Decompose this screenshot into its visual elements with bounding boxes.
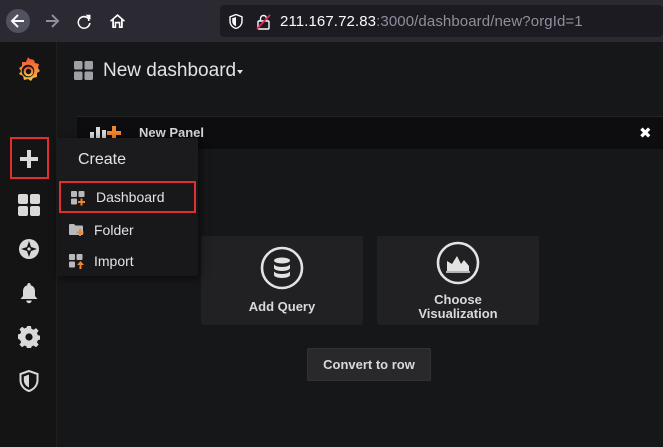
reload-icon — [77, 14, 91, 29]
create-menu: Create Dashboard Folder Import — [57, 138, 198, 276]
menu-item-import-label: Import — [94, 253, 134, 269]
url-text: 211.167.72.83:3000/dashboard/new?orgId=1 — [280, 13, 583, 30]
area-chart-icon — [436, 241, 480, 285]
sidebar-item-admin[interactable] — [16, 368, 42, 394]
menu-item-dashboard-label: Dashboard — [96, 189, 165, 205]
sidebar-item-explore[interactable] — [16, 236, 42, 262]
import-icon — [69, 254, 84, 269]
choose-viz-line2: Visualization — [418, 306, 498, 321]
menu-item-import[interactable]: Import — [59, 247, 196, 275]
dashboard-grid-icon — [74, 61, 93, 80]
gear-icon — [18, 326, 40, 348]
reload-button[interactable] — [72, 9, 96, 33]
new-dashboard-icon — [71, 191, 85, 206]
dashboard-title[interactable]: New dashboard — [103, 60, 236, 82]
arrow-left-icon — [10, 14, 24, 28]
arrow-right-icon — [46, 14, 60, 28]
sidebar-item-configuration[interactable] — [16, 324, 42, 350]
address-bar[interactable]: 211.167.72.83:3000/dashboard/new?orgId=1 — [220, 5, 663, 37]
shield-icon — [19, 370, 39, 392]
forward-button[interactable] — [40, 9, 64, 33]
dashboards-icon — [18, 194, 40, 216]
create-menu-header: Create — [57, 138, 198, 180]
menu-item-folder-label: Folder — [94, 222, 134, 238]
convert-to-row-button[interactable]: Convert to row — [307, 348, 431, 381]
browser-toolbar: 211.167.72.83:3000/dashboard/new?orgId=1 — [0, 0, 663, 42]
home-icon — [109, 14, 125, 28]
chevron-down-icon[interactable] — [237, 70, 243, 74]
grafana-logo-icon[interactable] — [14, 55, 42, 85]
database-icon — [260, 246, 304, 290]
add-query-card[interactable]: Add Query — [201, 236, 363, 325]
choose-viz-line1: Choose — [434, 292, 482, 307]
insecure-lock-icon — [256, 14, 271, 30]
sidebar-item-create[interactable] — [16, 146, 42, 172]
bell-icon — [20, 283, 38, 304]
sidebar-item-alerting[interactable] — [16, 280, 42, 306]
new-folder-icon — [69, 224, 84, 236]
sidebar — [0, 42, 57, 447]
back-button[interactable] — [6, 9, 30, 33]
choose-visualization-card[interactable]: Choose Visualization — [377, 236, 539, 325]
home-button[interactable] — [105, 9, 129, 33]
plus-icon — [20, 150, 38, 168]
url-path: :3000/dashboard/new?orgId=1 — [376, 13, 583, 30]
url-host: 211.167.72.83 — [280, 13, 377, 30]
menu-item-dashboard[interactable]: Dashboard — [59, 181, 196, 213]
menu-item-folder[interactable]: Folder — [59, 216, 196, 244]
sidebar-item-dashboards[interactable] — [16, 192, 42, 218]
close-icon[interactable]: ✖ — [639, 124, 652, 142]
tracking-shield-icon — [229, 14, 243, 29]
explore-icon — [19, 239, 39, 259]
add-query-label: Add Query — [248, 299, 316, 314]
